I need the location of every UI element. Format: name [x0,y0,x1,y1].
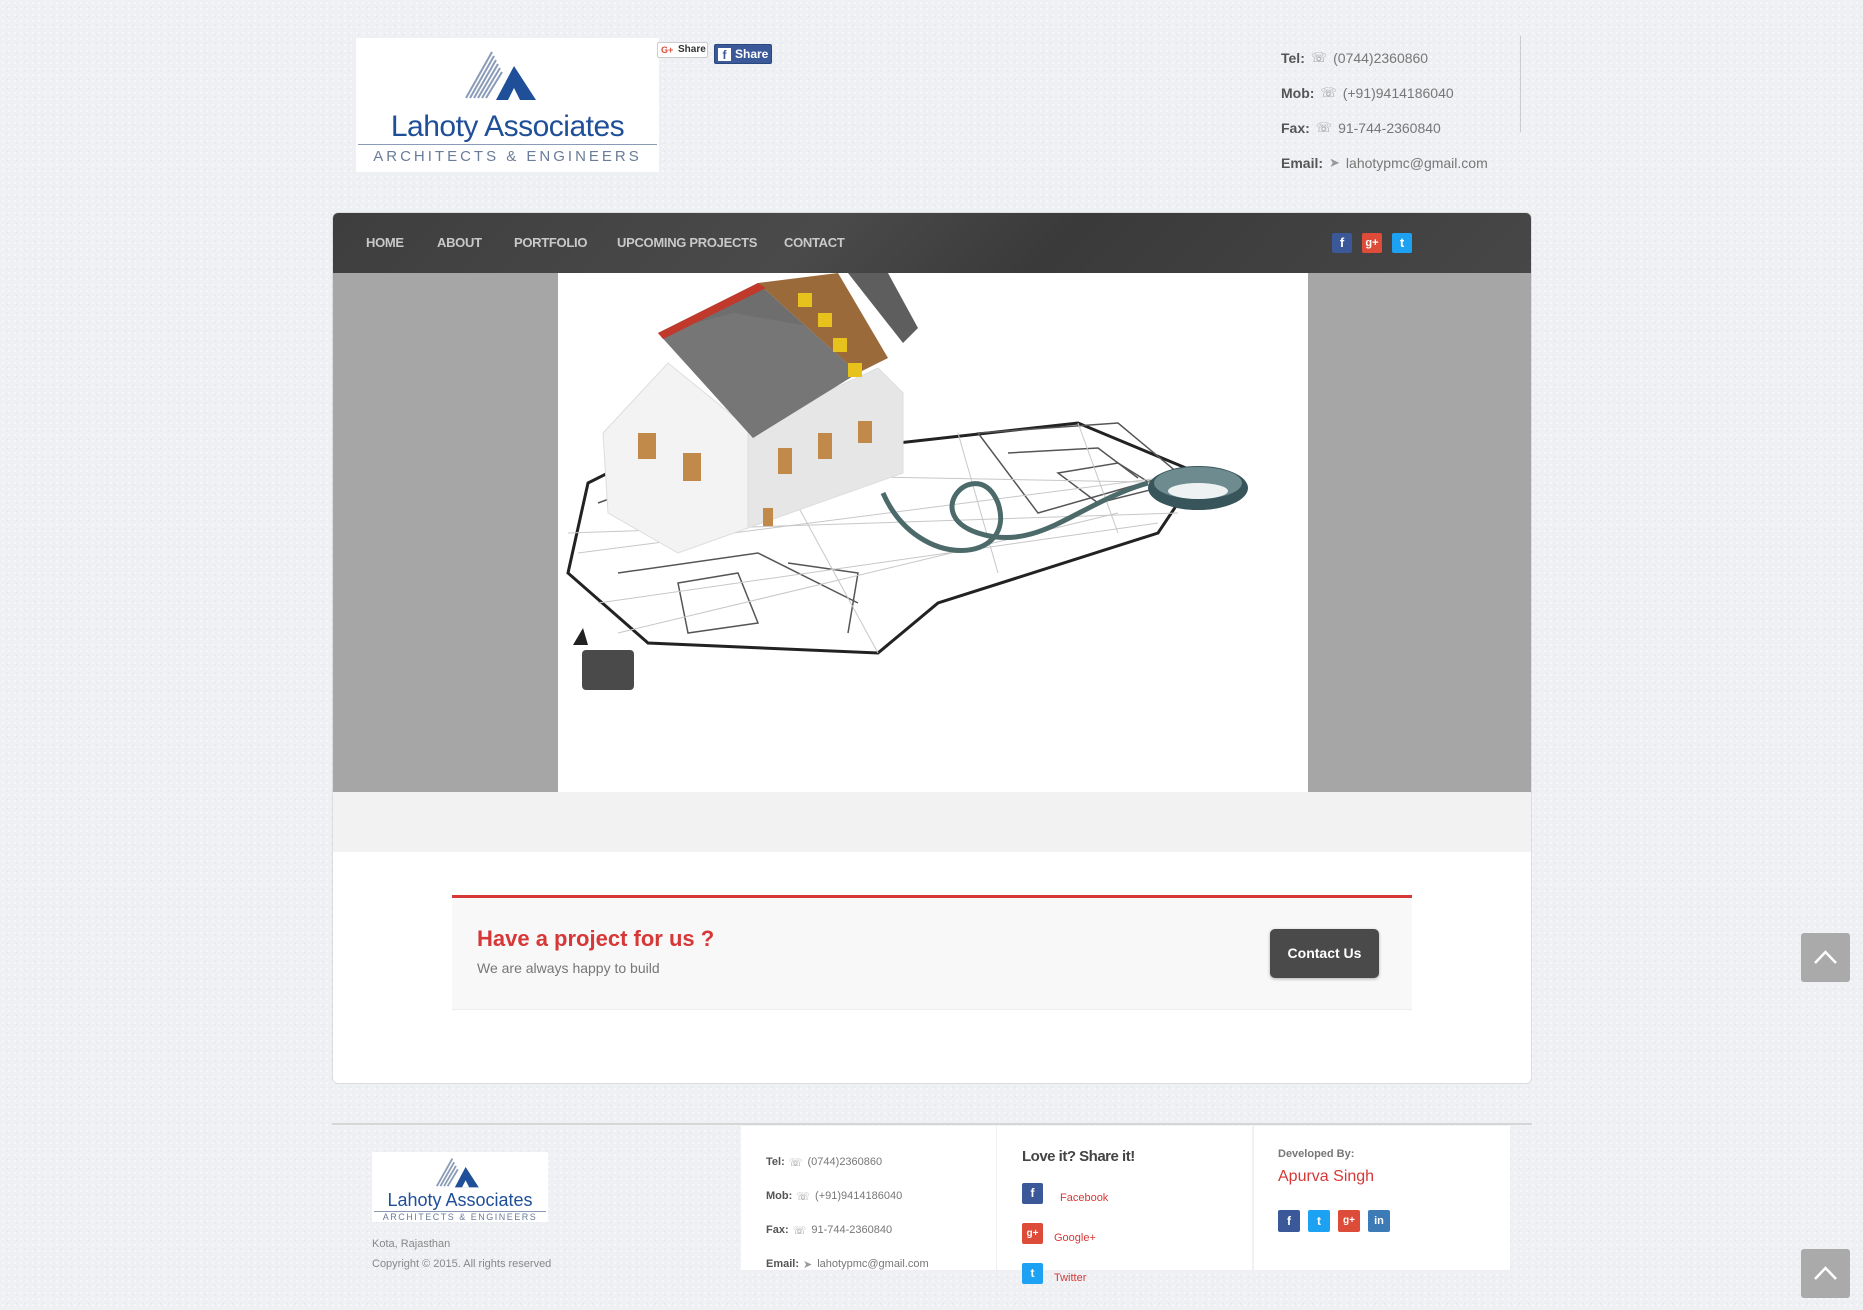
paper-plane-icon: ➤ [803,1258,813,1271]
scroll-to-top-button-secondary[interactable] [1801,1249,1850,1298]
footer-logo-tagline: ARCHITECTS & ENGINEERS [382,1212,538,1222]
scroll-to-top-button[interactable] [1801,933,1850,982]
share-title: Love it? Share it! [1022,1148,1135,1165]
project-cta-box: Have a project for us ? We are always ha… [452,895,1412,1010]
mob-value: (+91)9414186040 [815,1190,903,1202]
tel-value: (0744)2360860 [1333,49,1429,66]
nav-twitter-icon[interactable]: t [1392,233,1412,253]
chevron-up-icon [1814,1266,1837,1280]
logo-name: Lahoty Associates [390,110,625,143]
phone-icon: ☏ [792,1224,807,1237]
content-band [333,792,1531,852]
logo-tagline: ARCHITECTS & ENGINEERS [373,148,642,165]
fax-label: Fax: [766,1224,789,1236]
logo-roof-icon [436,1158,479,1188]
email-label: Email: [766,1258,800,1270]
cta-title: Have a project for us ? [477,926,715,951]
nav-portfolio[interactable]: PORTFOLIO [514,213,587,273]
mob-label: Mob: [1281,84,1315,101]
footer-fax-row: Fax: ☏ 91-744-2360840 [766,1213,986,1247]
google-plus-share-button[interactable]: G+ Share [657,42,708,58]
site-logo[interactable]: Lahoty Associates ARCHITECTS & ENGINEERS [356,38,659,172]
developer-google-plus-icon[interactable]: g+ [1338,1210,1360,1232]
google-plus-icon: G+ [661,45,674,55]
nav-upcoming-projects[interactable]: UPCOMING PROJECTS [617,213,757,273]
nav-google-plus-icon[interactable]: g+ [1362,233,1382,253]
phone-icon: ☏ [1320,84,1337,100]
google-plus-share-label: Share [678,44,706,55]
main-content: HOME ABOUT PORTFOLIO UPCOMING PROJECTS C… [332,212,1532,1084]
phone-icon: ☏ [1310,49,1328,65]
main-navigation: HOME ABOUT PORTFOLIO UPCOMING PROJECTS C… [333,213,1531,273]
header-tel-row: Tel: ☏ (0744)2360860 [1281,40,1521,75]
email-value[interactable]: lahotypmc@gmail.com [1346,155,1488,171]
developed-by-label: Developed By: [1278,1148,1355,1160]
phone-icon: ☏ [1315,119,1333,135]
footer-location: Kota, Rajasthan [372,1238,451,1250]
google-plus-icon: g+ [1022,1223,1043,1244]
mob-value: (+91)9414186040 [1342,84,1454,101]
share-twitter-label[interactable]: Twitter [1054,1272,1086,1284]
developer-name[interactable]: Apurva Singh [1278,1168,1374,1186]
mob-label: Mob: [766,1190,793,1202]
facebook-icon: f [718,48,731,62]
facebook-share-button[interactable]: f Share [714,44,772,64]
header-fax-row: Fax: ☏ 91-744-2360840 [1281,110,1521,145]
tel-label: Tel: [1281,49,1305,66]
developer-facebook-icon[interactable]: f [1278,1210,1300,1232]
email-label: Email: [1281,154,1324,171]
twitter-icon: t [1022,1263,1043,1284]
nav-home[interactable]: HOME [366,213,404,273]
hero-slide [558,273,1308,792]
nav-contact[interactable]: CONTACT [784,213,845,273]
footer-logo-name: Lahoty Associates [387,1190,533,1210]
footer-tel-row: Tel: ☏ (0744)2360860 [766,1145,986,1179]
house-blueprint-image [566,273,1248,655]
fax-value: 91-744-2360840 [1338,119,1441,136]
header-divider [1520,36,1521,132]
footer-copyright: Copyright © 2015. All rights reserved [372,1258,552,1270]
tel-label: Tel: [766,1156,785,1168]
nav-about[interactable]: ABOUT [437,213,482,273]
fax-value: 91-744-2360840 [811,1224,893,1236]
header-email-row: Email: ➤ lahotypmc@gmail.com [1281,145,1521,180]
hero-slider [333,273,1531,792]
share-google-plus-label[interactable]: Google+ [1054,1232,1096,1244]
nav-facebook-icon[interactable]: f [1332,233,1352,253]
header-contact-info: Tel: ☏ (0744)2360860 Mob: ☏ (+91)9414186… [1281,40,1521,180]
footer-contact-info: Tel: ☏ (0744)2360860 Mob: ☏ (+91)9414186… [766,1145,986,1281]
developer-linkedin-icon[interactable]: in [1368,1210,1390,1232]
fax-label: Fax: [1281,119,1310,136]
developer-twitter-icon[interactable]: t [1308,1210,1330,1232]
facebook-icon: f [1022,1183,1043,1204]
share-facebook-label[interactable]: Facebook [1060,1192,1108,1204]
logo-divider [358,144,657,145]
cta-subtitle: We are always happy to build [477,960,660,976]
header-mob-row: Mob: ☏ (+91)9414186040 [1281,75,1521,110]
logo-roof-icon [465,51,536,100]
contact-us-button[interactable]: Contact Us [1270,929,1379,978]
footer-logo[interactable]: Lahoty Associates ARCHITECTS & ENGINEERS [372,1152,548,1222]
footer-email-row: Email: ➤ lahotypmc@gmail.com [766,1247,986,1281]
facebook-share-label: Share [735,47,769,61]
phone-icon: ☏ [796,1190,811,1203]
tel-value: (0744)2360860 [807,1156,883,1168]
footer-top-border [332,1123,1532,1125]
email-value[interactable]: lahotypmc@gmail.com [817,1258,928,1270]
chevron-up-icon [1814,950,1837,964]
phone-icon: ☏ [788,1156,803,1169]
slider-control-button[interactable] [582,650,634,690]
paper-plane-icon: ➤ [1329,154,1340,170]
footer-mob-row: Mob: ☏ (+91)9414186040 [766,1179,986,1213]
